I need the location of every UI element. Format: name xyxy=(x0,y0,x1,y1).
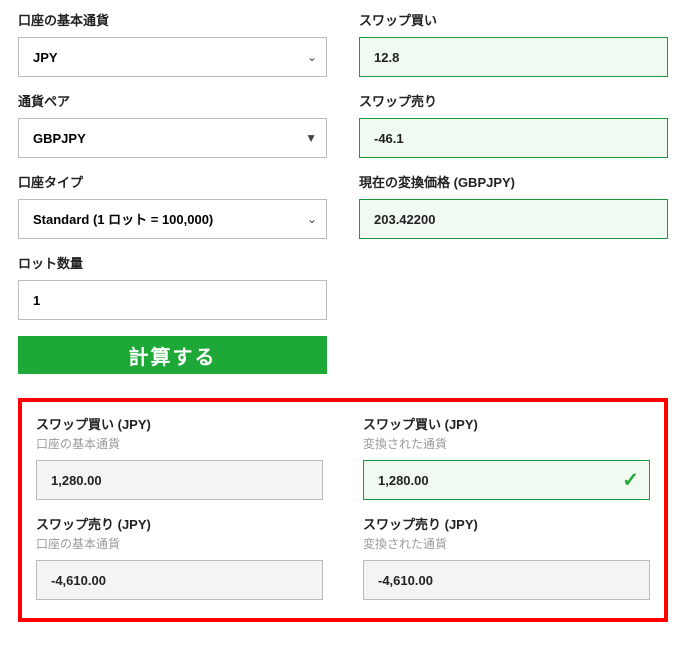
label-conversion-price: 現在の変換価格 (GBPJPY) xyxy=(359,172,668,191)
field-base-currency: 口座の基本通貨 JPY ⌄ xyxy=(18,10,327,77)
calculate-button[interactable]: 計算する xyxy=(18,336,327,374)
result-sell-conv-sub: 変換された通貨 xyxy=(363,535,650,552)
results-box: スワップ買い (JPY) 口座の基本通貨 1,280.00 スワップ買い (JP… xyxy=(18,398,668,622)
account-type-select[interactable]: Standard (1 ロット = 100,000) xyxy=(18,199,327,239)
label-swap-buy: スワップ買い xyxy=(359,10,668,29)
check-icon: ✓ xyxy=(622,468,639,493)
result-sell-conv: スワップ売り (JPY) 変換された通貨 -4,610.00 xyxy=(363,514,650,600)
result-buy-conv-sub: 変換された通貨 xyxy=(363,435,650,452)
lot-qty-input[interactable] xyxy=(18,280,327,320)
form-grid: 口座の基本通貨 JPY ⌄ スワップ買い 12.8 通貨ペア GBPJPY ▼ … xyxy=(18,10,668,374)
field-conversion-price: 現在の変換価格 (GBPJPY) 203.42200 xyxy=(359,172,668,239)
field-pair: 通貨ペア GBPJPY ▼ xyxy=(18,91,327,158)
result-buy-base-value: 1,280.00 xyxy=(36,460,323,500)
field-account-type: 口座タイプ Standard (1 ロット = 100,000) ⌄ xyxy=(18,172,327,239)
result-buy-conv-text: 1,280.00 xyxy=(378,473,429,488)
swap-sell-value: -46.1 xyxy=(359,118,668,158)
label-pair: 通貨ペア xyxy=(18,91,327,110)
label-account-type: 口座タイプ xyxy=(18,172,327,191)
label-lot-qty: ロット数量 xyxy=(18,253,327,272)
result-sell-conv-title: スワップ売り (JPY) xyxy=(363,514,650,533)
result-buy-conv-value: 1,280.00 ✓ xyxy=(363,460,650,500)
result-buy-base: スワップ買い (JPY) 口座の基本通貨 1,280.00 xyxy=(36,414,323,500)
field-swap-sell: スワップ売り -46.1 xyxy=(359,91,668,158)
result-buy-base-title: スワップ買い (JPY) xyxy=(36,414,323,433)
result-sell-base-value: -4,610.00 xyxy=(36,560,323,600)
results-grid: スワップ買い (JPY) 口座の基本通貨 1,280.00 スワップ買い (JP… xyxy=(36,414,650,600)
field-lot-qty: ロット数量 xyxy=(18,253,327,320)
swap-buy-value: 12.8 xyxy=(359,37,668,77)
conversion-price-value: 203.42200 xyxy=(359,199,668,239)
result-sell-conv-value: -4,610.00 xyxy=(363,560,650,600)
pair-select[interactable]: GBPJPY xyxy=(18,118,327,158)
result-sell-base: スワップ売り (JPY) 口座の基本通貨 -4,610.00 xyxy=(36,514,323,600)
base-currency-select[interactable]: JPY xyxy=(18,37,327,77)
label-swap-sell: スワップ売り xyxy=(359,91,668,110)
field-swap-buy: スワップ買い 12.8 xyxy=(359,10,668,77)
result-buy-conv: スワップ買い (JPY) 変換された通貨 1,280.00 ✓ xyxy=(363,414,650,500)
result-buy-base-sub: 口座の基本通貨 xyxy=(36,435,323,452)
label-base-currency: 口座の基本通貨 xyxy=(18,10,327,29)
result-sell-base-title: スワップ売り (JPY) xyxy=(36,514,323,533)
result-sell-base-sub: 口座の基本通貨 xyxy=(36,535,323,552)
result-buy-conv-title: スワップ買い (JPY) xyxy=(363,414,650,433)
